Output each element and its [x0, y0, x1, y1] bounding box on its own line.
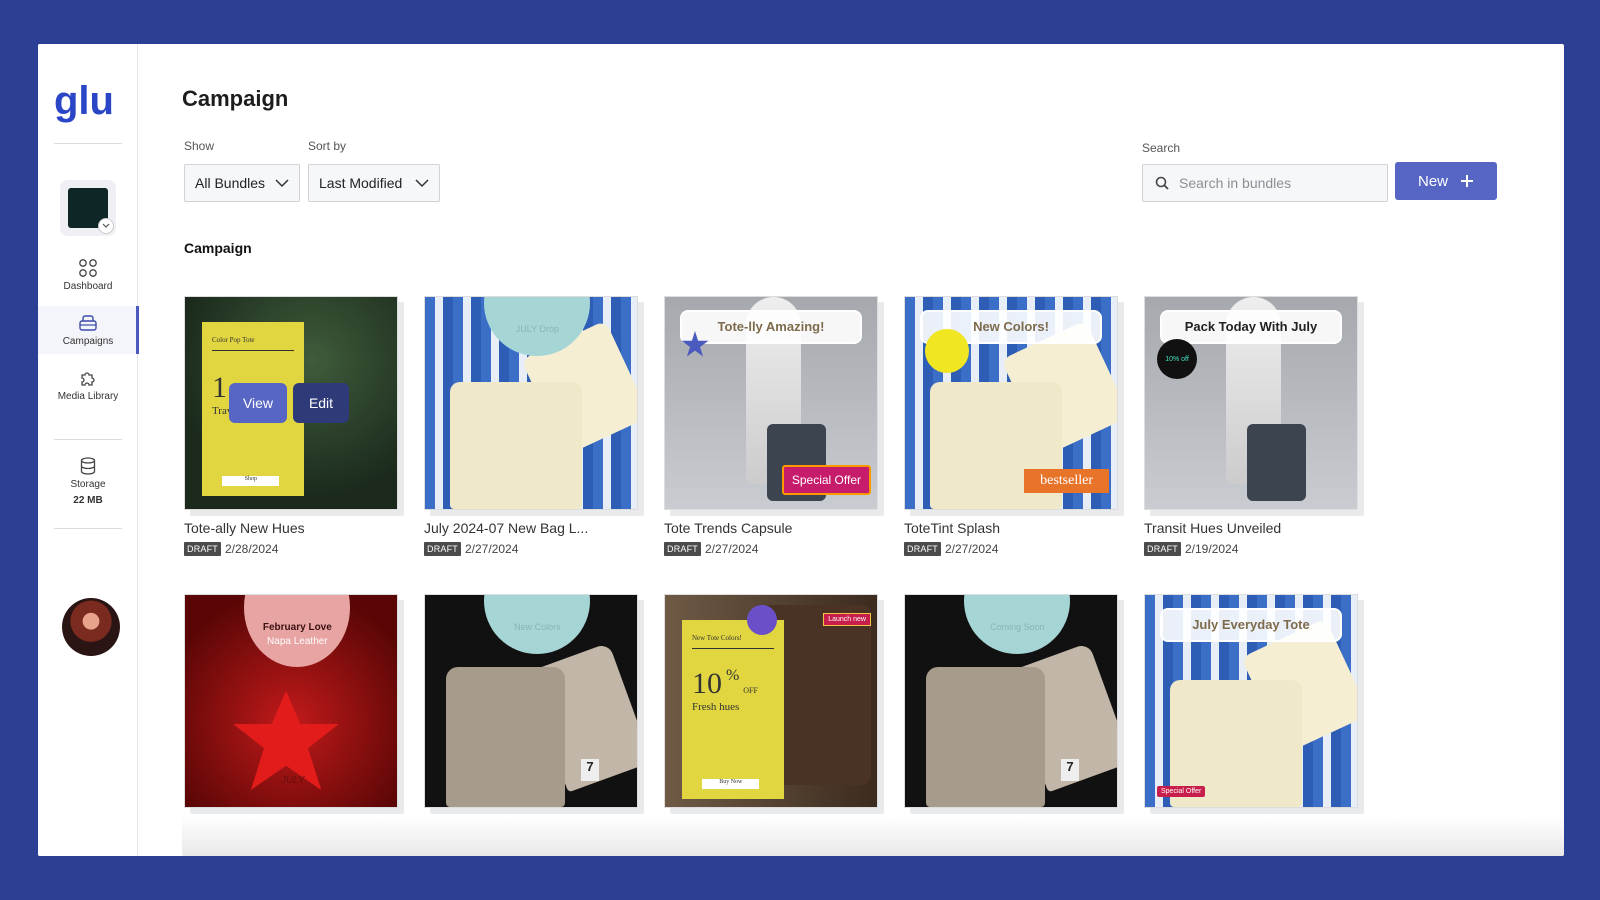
sidebar-item-label: Media Library: [57, 391, 119, 402]
card-date: 2/27/2024: [705, 542, 759, 556]
campaign-card[interactable]: July Everyday Tote Special Offer: [1144, 594, 1364, 814]
thumbnail-banner: Tote-lly Amazing!: [679, 309, 863, 344]
show-value: All Bundles: [195, 175, 266, 191]
search-label: Search: [1142, 141, 1181, 155]
campaign-thumbnail[interactable]: New Tote Colors! 10 % OFF Fresh hues Buy…: [664, 594, 878, 808]
card-meta: DRAFT 2/28/2024: [184, 542, 404, 556]
thumbnail-badge: bestseller: [1024, 469, 1109, 493]
campaign-card[interactable]: New Colors 7: [424, 594, 644, 814]
card-date: 2/28/2024: [225, 542, 279, 556]
sidebar-divider: [54, 439, 122, 440]
campaign-thumbnail[interactable]: JULY Drop: [424, 296, 638, 510]
thumbnail-art: New Tote Colors! 10 % OFF Fresh hues Buy…: [681, 620, 784, 799]
edit-button[interactable]: Edit: [293, 383, 349, 423]
card-title: Tote-ally New Hues: [184, 520, 305, 536]
campaign-card[interactable]: Pack Today With July 10% off Transit Hue…: [1144, 296, 1364, 556]
campaign-card[interactable]: New Colors! bestseller ToteTint Splash D…: [904, 296, 1124, 556]
storage-label: Storage: [70, 479, 106, 490]
thumbnail-badge: Launch new: [823, 613, 871, 626]
sidebar-item-media-library[interactable]: Media Library: [38, 368, 138, 402]
main-content: Campaign Show All Bundles Sort by Last M…: [182, 44, 1564, 856]
page-title: Campaign: [182, 86, 289, 111]
campaign-thumbnail[interactable]: Color Pop Tote 1 Travel Chic Shop View E…: [184, 296, 398, 510]
new-button-label: New: [1417, 172, 1448, 190]
app-window: glu Dashboard Campaigns Media Library St…: [38, 44, 1564, 856]
glu-logo[interactable]: glu: [54, 82, 126, 126]
chevron-down-icon: [275, 178, 289, 187]
puzzle-icon: [81, 372, 95, 386]
status-badge: DRAFT: [664, 542, 701, 556]
sidebar-item-campaigns[interactable]: Campaigns: [38, 306, 139, 354]
sort-label: Sort by: [308, 139, 347, 153]
avatar[interactable]: [62, 598, 120, 656]
campaign-card[interactable]: February Love Napa Leather JULY: [184, 594, 404, 814]
campaign-card[interactable]: Coming Soon 7: [904, 594, 1124, 814]
thumbnail-badge: Special Offer: [1157, 786, 1206, 797]
card-date: 2/27/2024: [465, 542, 519, 556]
sidebar: glu Dashboard Campaigns Media Library St…: [38, 44, 139, 856]
thumbnail-banner: July Everyday Tote: [1159, 607, 1343, 642]
campaign-thumbnail[interactable]: Tote-lly Amazing! Special Offer: [664, 296, 878, 510]
sidebar-divider: [54, 143, 122, 144]
campaign-thumbnail[interactable]: Pack Today With July 10% off: [1144, 296, 1358, 510]
sidebar-item-label: Dashboard: [63, 281, 113, 292]
campaign-card[interactable]: Tote-lly Amazing! Special Offer Tote Tre…: [664, 296, 884, 556]
card-meta: DRAFT 2/27/2024: [424, 542, 644, 556]
chevron-down-icon: [98, 218, 114, 234]
campaigns-icon: [79, 315, 97, 331]
storage-indicator[interactable]: Storage 22 MB: [38, 456, 138, 506]
workspace-switcher[interactable]: [60, 180, 116, 236]
search-icon: [1155, 176, 1169, 190]
card-date: 2/27/2024: [945, 542, 999, 556]
card-date: 2/19/2024: [1185, 542, 1239, 556]
campaign-thumbnail[interactable]: February Love Napa Leather JULY: [184, 594, 398, 808]
card-title: Transit Hues Unveiled: [1144, 520, 1282, 536]
flower-icon: [747, 605, 777, 635]
flower-icon: [925, 329, 969, 373]
thumbnail-badge: Special Offer: [781, 465, 871, 495]
chevron-down-icon: [415, 178, 429, 187]
grid-icon: [79, 259, 97, 277]
search-input[interactable]: [1179, 175, 1369, 191]
sidebar-item-label: Campaigns: [62, 336, 114, 347]
search-box[interactable]: [1142, 164, 1388, 202]
show-dropdown[interactable]: All Bundles: [184, 164, 300, 202]
storage-value: 22 MB: [73, 495, 103, 506]
new-button[interactable]: New: [1395, 162, 1497, 200]
campaign-card[interactable]: New Tote Colors! 10 % OFF Fresh hues Buy…: [664, 594, 884, 814]
campaign-thumbnail[interactable]: New Colors 7: [424, 594, 638, 808]
section-title: Campaign: [184, 240, 252, 256]
card-meta: DRAFT 2/27/2024: [904, 542, 1124, 556]
card-meta: DRAFT 2/19/2024: [1144, 542, 1364, 556]
sidebar-divider: [54, 528, 122, 529]
campaign-thumbnail[interactable]: Coming Soon 7: [904, 594, 1118, 808]
discount-sticker: 10% off: [1157, 339, 1197, 379]
card-title: Tote Trends Capsule: [664, 520, 793, 536]
sort-dropdown[interactable]: Last Modified: [308, 164, 440, 202]
database-icon: [80, 457, 96, 475]
status-badge: DRAFT: [904, 542, 941, 556]
campaign-card[interactable]: Color Pop Tote 1 Travel Chic Shop View E…: [184, 296, 404, 556]
card-title: July 2024-07 New Bag L...: [424, 520, 589, 536]
campaign-thumbnail[interactable]: July Everyday Tote Special Offer: [1144, 594, 1358, 808]
thumbnail-banner: Pack Today With July: [1159, 309, 1343, 344]
status-badge: DRAFT: [184, 542, 221, 556]
card-title: ToteTint Splash: [904, 520, 1000, 536]
logo-text: glu: [54, 82, 114, 123]
status-badge: DRAFT: [1144, 542, 1181, 556]
plus-icon: [1461, 175, 1473, 187]
campaign-thumbnail[interactable]: New Colors! bestseller: [904, 296, 1118, 510]
status-badge: DRAFT: [424, 542, 461, 556]
card-meta: DRAFT 2/27/2024: [664, 542, 884, 556]
view-button[interactable]: View: [229, 383, 287, 423]
sidebar-item-dashboard[interactable]: Dashboard: [38, 258, 138, 292]
campaign-card[interactable]: JULY Drop July 2024-07 New Bag L... DRAF…: [424, 296, 644, 556]
show-label: Show: [184, 139, 215, 153]
sort-value: Last Modified: [319, 175, 403, 191]
